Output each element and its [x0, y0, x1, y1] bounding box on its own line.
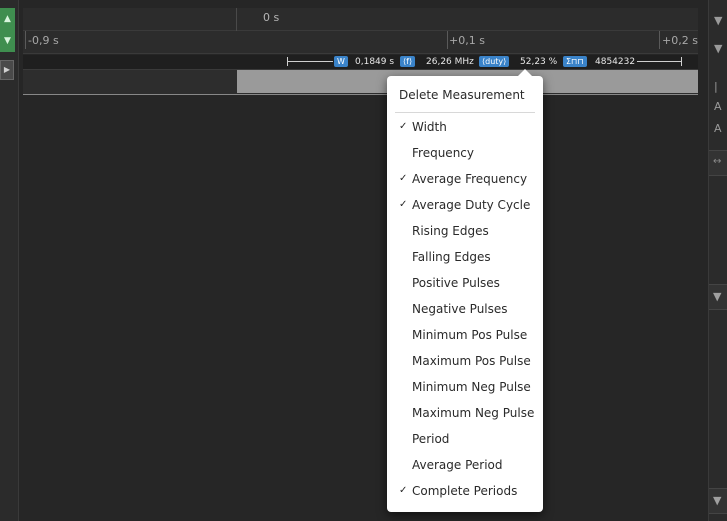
measurement-line: [287, 61, 333, 62]
menu-item-label: Negative Pulses: [412, 302, 508, 316]
menu-item-label: Minimum Neg Pulse: [412, 380, 531, 394]
offset-tick-label: +0,1 s: [449, 34, 485, 47]
left-control-strip: ▲ ▼ ▶: [0, 0, 19, 521]
menu-item-label: Average Duty Cycle: [412, 198, 531, 212]
tick-mark: [659, 31, 660, 49]
panel-section-toggle[interactable]: ▼: [709, 284, 727, 310]
chevron-down-icon: ▼: [713, 290, 722, 303]
menu-item-average-frequency[interactable]: ✓ Average Frequency: [387, 168, 543, 190]
time-ruler: 0 s: [23, 8, 698, 31]
channel-expand-button[interactable]: ▶: [0, 60, 14, 80]
horizontal-arrows-icon: ↔: [713, 156, 722, 167]
menu-item-rising-edges[interactable]: Rising Edges: [387, 220, 543, 242]
width-badge: W: [334, 56, 348, 67]
panel-section-toggle[interactable]: ▼: [709, 488, 727, 514]
menu-item-period[interactable]: Period: [387, 428, 543, 450]
measurement-line: [637, 61, 681, 62]
panel-arrows-box[interactable]: ↔: [709, 150, 727, 176]
menu-item-falling-edges[interactable]: Falling Edges: [387, 246, 543, 268]
menu-item-label: Positive Pulses: [412, 276, 500, 290]
menu-item-average-duty-cycle[interactable]: ✓ Average Duty Cycle: [387, 194, 543, 216]
duty-badge: ⟨duty⟩: [479, 56, 510, 67]
menu-item-label: Maximum Pos Pulse: [412, 354, 531, 368]
menu-item-label: Minimum Pos Pulse: [412, 328, 528, 342]
frequency-badge: ⟨f⟩: [400, 56, 416, 67]
menu-item-minimum-pos-pulse[interactable]: Minimum Pos Pulse: [387, 324, 543, 346]
menu-item-label: Maximum Neg Pulse: [412, 406, 535, 420]
menu-pointer-arrow: [518, 69, 532, 76]
checkmark-icon: ✓: [399, 199, 408, 210]
measurement-context-menu: Delete Measurement ✓ Width Frequency ✓ Avera…: [387, 69, 543, 512]
menu-item-minimum-neg-pulse[interactable]: Minimum Neg Pulse: [387, 376, 543, 398]
frequency-value: 26,26 MHz: [426, 57, 474, 67]
delete-measurement-item[interactable]: Delete Measurement: [387, 84, 543, 106]
menu-item-label: Falling Edges: [412, 250, 491, 264]
panel-divider: |: [714, 80, 718, 93]
measurement-bar[interactable]: W 0,1849 s ⟨f⟩ 26,26 MHz ⟨duty⟩ 52,23 % …: [23, 55, 698, 70]
time-zero-label: 0 s: [263, 11, 280, 24]
signal-lane[interactable]: [23, 70, 698, 95]
checkmark-icon: ✓: [399, 173, 408, 184]
checkmark-icon: ✓: [399, 485, 408, 496]
menu-item-label: Width: [412, 120, 447, 134]
right-side-panel: ▼ ▼ | A A ↔ ▼ ▼: [708, 0, 727, 521]
tick-mark: [447, 31, 448, 49]
width-value: 0,1849 s: [355, 57, 395, 67]
menu-item-label: Frequency: [412, 146, 474, 160]
pin-icon[interactable]: ▼: [714, 42, 722, 55]
zoom-out-button[interactable]: ▼: [0, 30, 15, 52]
menu-item-label: Average Frequency: [412, 172, 528, 186]
panel-letter-a: A: [714, 122, 722, 135]
menu-item-label: Period: [412, 432, 450, 446]
zoom-in-button[interactable]: ▲: [0, 8, 15, 30]
checkmark-icon: ✓: [399, 121, 408, 132]
tick-mark: [25, 31, 26, 49]
panel-letter-a: A: [714, 100, 722, 113]
periods-badge: Σ⊓⊓: [563, 56, 587, 67]
menu-item-average-period[interactable]: Average Period: [387, 454, 543, 476]
menu-separator: [395, 112, 535, 113]
menu-item-label: Delete Measurement: [399, 88, 525, 102]
menu-item-frequency[interactable]: Frequency: [387, 142, 543, 164]
menu-item-width[interactable]: ✓ Width: [387, 116, 543, 138]
offset-tick-label: +0,2 s: [662, 34, 698, 47]
periods-value: 4854232: [595, 57, 636, 67]
menu-item-negative-pulses[interactable]: Negative Pulses: [387, 298, 543, 320]
menu-item-positive-pulses[interactable]: Positive Pulses: [387, 272, 543, 294]
menu-item-maximum-pos-pulse[interactable]: Maximum Pos Pulse: [387, 350, 543, 372]
chevron-down-icon: ▼: [713, 494, 722, 507]
menu-item-label: Rising Edges: [412, 224, 489, 238]
menu-item-maximum-neg-pulse[interactable]: Maximum Neg Pulse: [387, 402, 543, 424]
menu-item-label: Average Period: [412, 458, 503, 472]
panel-collapse-icon[interactable]: ▼: [714, 14, 722, 27]
menu-item-label: Complete Periods: [412, 484, 518, 498]
offset-tick-label: -0,9 s: [28, 34, 59, 47]
menu-item-complete-periods[interactable]: ✓ Complete Periods: [387, 480, 543, 502]
measurement-end-cap: [681, 57, 682, 66]
offset-ruler: -0,9 s +0,1 s +0,2 s: [23, 31, 698, 54]
duty-value: 52,23 %: [520, 57, 558, 67]
